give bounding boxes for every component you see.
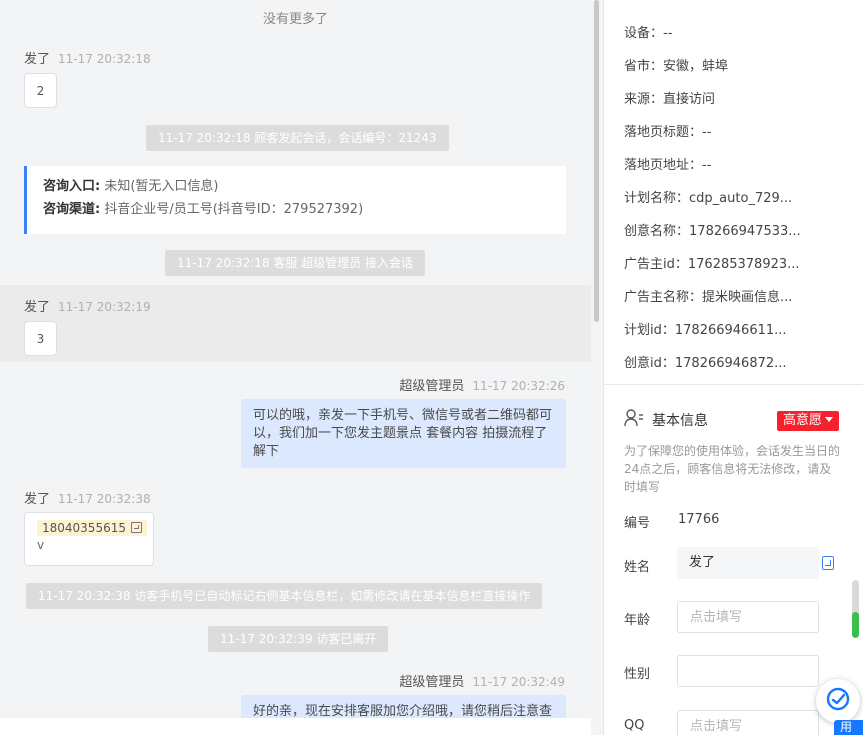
message-text: v	[37, 538, 45, 552]
message-header: 发了 11-17 20:32:38	[24, 488, 151, 507]
consult-entry-value: 未知(暂无入口信息)	[104, 179, 219, 194]
consult-info-card: 咨询入口: 未知(暂无入口信息) 咨询渠道: 抖音企业号/员工号(抖音号ID：2…	[24, 166, 566, 234]
use-button[interactable]: 用	[834, 720, 863, 735]
number-label: 编号	[624, 516, 651, 531]
attr-value: 178266946872...	[674, 356, 787, 371]
attr-value: --	[663, 26, 673, 41]
no-more-hint: 没有更多了	[262, 12, 328, 27]
number-value: 17766	[678, 512, 720, 527]
system-message: 11-17 20:32:38 访客手机号已自动标记右侧基本信息栏，如需修改请在基…	[26, 583, 543, 609]
basic-info-title: 基本信息	[652, 413, 708, 429]
message-header: 发了 11-17 20:32:18	[24, 48, 151, 67]
intent-dropdown[interactable]: 高意愿	[777, 411, 840, 431]
message-time: 11-17 20:32:26	[472, 379, 565, 393]
attr-label: 落地页标题	[624, 125, 690, 140]
sender-name: 发了	[24, 492, 51, 507]
phone-number: 18040355615	[42, 521, 126, 535]
composer-area[interactable]	[0, 718, 591, 735]
message-header: 超级管理员 11-17 20:32:26	[399, 375, 565, 394]
copy-icon[interactable]	[130, 522, 142, 533]
intent-label: 高意愿	[783, 413, 823, 428]
sender-name: 发了	[24, 52, 51, 67]
system-message: 11-17 20:32:39 访客已离开	[208, 626, 389, 652]
attr-value: 提米映画信息...	[702, 290, 793, 305]
attr-plan-name: 计划名称：cdp_auto_729...	[624, 191, 793, 206]
attr-value: --	[702, 125, 712, 140]
attr-label: 落地页地址	[624, 158, 690, 173]
message-header: 发了 11-17 20:32:19	[24, 296, 151, 315]
gender-select[interactable]	[677, 655, 819, 687]
attr-value: 176285378923...	[687, 257, 800, 272]
attr-source: 来源：直接访问	[624, 92, 716, 107]
copy-icon[interactable]	[822, 556, 834, 570]
phone-number-tag[interactable]: 18040355615	[37, 520, 147, 536]
section-divider	[604, 384, 863, 385]
age-input[interactable]	[677, 601, 819, 633]
message-time: 11-17 20:32:49	[472, 675, 565, 689]
qq-label: QQ	[624, 718, 645, 733]
age-label: 年龄	[624, 613, 651, 628]
attr-advertiser-name: 广告主名称：提米映画信息...	[624, 290, 793, 305]
edit-notice: 为了保障您的使用体验，会话发生当日的24点之后，顾客信息将无法修改，请及时填写	[624, 444, 841, 494]
message-time: 11-17 20:32:18	[58, 52, 151, 66]
attr-value: cdp_auto_729...	[689, 191, 793, 206]
attr-creative-id: 创意id：178266946872...	[624, 356, 787, 371]
name-label: 姓名	[624, 560, 651, 575]
consult-channel-label: 咨询渠道:	[43, 202, 101, 217]
attr-label: 创意id	[624, 356, 662, 371]
phone-message: 18040355615 v	[24, 512, 154, 566]
attr-label: 来源	[624, 92, 651, 107]
attr-label: 广告主名称	[624, 290, 690, 305]
customer-info-panel: 设备：-- 省市：安徽，蚌埠 来源：直接访问 落地页标题：-- 落地页地址：--…	[604, 0, 863, 735]
attr-label: 计划id	[624, 323, 662, 338]
assistant-floating-button[interactable]	[816, 679, 860, 723]
panel-scrollbar[interactable]	[852, 580, 859, 638]
consult-entry-label: 咨询入口:	[43, 179, 101, 194]
attr-value: --	[702, 158, 712, 173]
name-field[interactable]: 发了	[677, 547, 819, 579]
basic-info-header: 基本信息	[624, 409, 708, 431]
system-message: 11-17 20:32:18 顾客发起会话，会话编号：21243	[146, 125, 449, 151]
message-time: 11-17 20:32:38	[58, 492, 151, 506]
attr-value: 178266947533...	[689, 224, 801, 239]
attr-creative-name: 创意名称：178266947533...	[624, 224, 801, 239]
attr-device: 设备：--	[624, 26, 673, 41]
consult-entry-row: 咨询入口: 未知(暂无入口信息)	[43, 177, 550, 200]
sender-name: 超级管理员	[399, 379, 465, 394]
chat-scrollbar-thumb[interactable]	[594, 0, 599, 322]
attr-label: 省市	[624, 59, 651, 74]
attr-landing-url: 落地页地址：--	[624, 158, 712, 173]
attr-label: 设备	[624, 26, 651, 41]
incoming-message: 3	[24, 321, 57, 356]
attr-value: 直接访问	[663, 92, 716, 107]
attr-label: 创意名称	[624, 224, 677, 239]
attr-value: 安徽，蚌埠	[663, 59, 729, 74]
incoming-message: 2	[24, 73, 57, 108]
message-header: 超级管理员 11-17 20:32:49	[399, 671, 565, 690]
message-time: 11-17 20:32:19	[58, 300, 151, 314]
sender-name: 发了	[24, 300, 51, 315]
attr-landing-title: 落地页标题：--	[624, 125, 712, 140]
caret-down-icon	[825, 417, 834, 422]
chat-scrollbar[interactable]	[591, 0, 603, 735]
user-info-icon	[624, 409, 644, 431]
attr-value: 178266946611...	[674, 323, 787, 338]
attr-plan-id: 计划id：178266946611...	[624, 323, 787, 338]
consult-channel-value: 抖音企业号/员工号(抖音号ID：279527392)	[104, 202, 364, 217]
chat-panel[interactable]: 没有更多了 发了 11-17 20:32:18 2 11-17 20:32:18 …	[0, 0, 591, 735]
attr-advertiser-id: 广告主id：176285378923...	[624, 257, 800, 272]
qq-input[interactable]	[677, 710, 819, 735]
panel-scrollbar-thumb[interactable]	[852, 612, 859, 638]
system-message: 11-17 20:32:18 客服 超级管理员 接入会话	[165, 250, 426, 276]
gender-label: 性别	[624, 667, 651, 682]
attr-label: 广告主id	[624, 257, 675, 272]
assistant-logo-icon	[825, 686, 851, 716]
sender-name: 超级管理员	[399, 675, 465, 690]
consult-channel-row: 咨询渠道: 抖音企业号/员工号(抖音号ID：279527392)	[43, 200, 550, 223]
outgoing-message: 可以的哦，亲发一下手机号、微信号或者二维码都可以，我们加一下您发主题景点 套餐内…	[241, 399, 566, 468]
attr-label: 计划名称	[624, 191, 677, 206]
attr-region: 省市：安徽，蚌埠	[624, 59, 729, 74]
